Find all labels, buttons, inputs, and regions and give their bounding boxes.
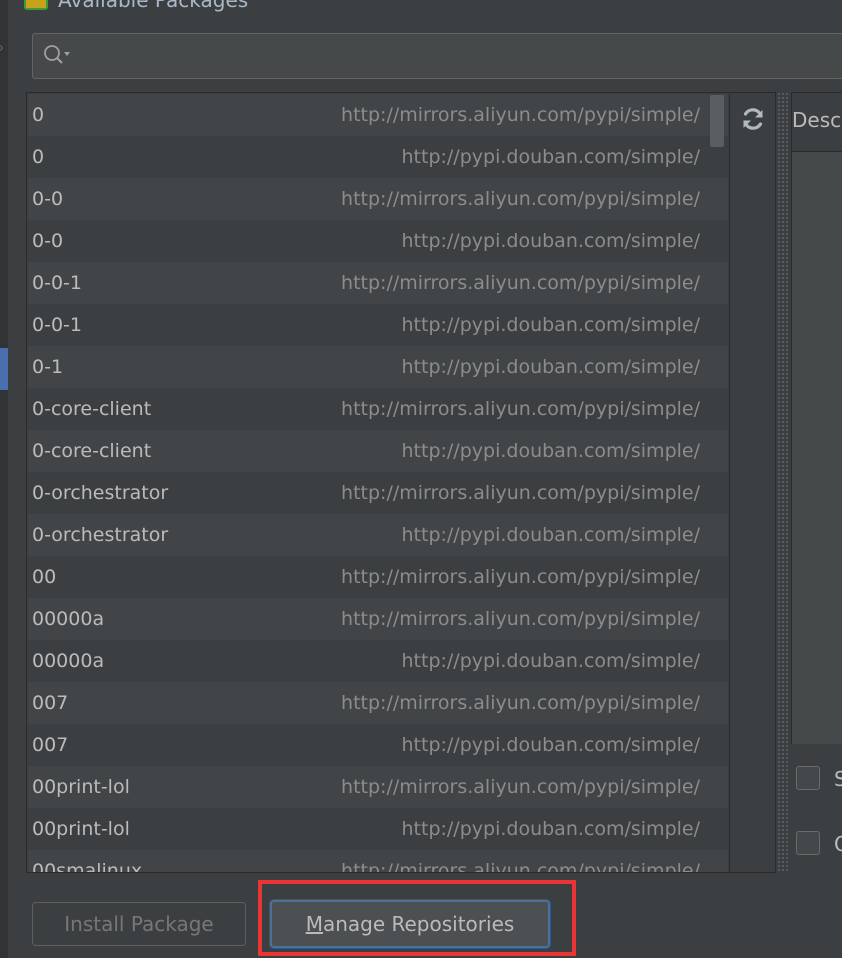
window-title: Available Packages	[58, 0, 249, 12]
package-repository: http://pypi.douban.com/simple/	[401, 440, 701, 462]
package-name: 0-0	[32, 230, 64, 252]
package-list-scrollbar[interactable]	[708, 95, 726, 871]
available-packages-dialog: Available Packages ⌕ 0 http://mirrors.ali…	[0, 0, 842, 958]
package-list[interactable]: 0 http://mirrors.aliyun.com/pypi/simple/0…	[28, 94, 728, 872]
install-package-button[interactable]: Install Package	[32, 902, 246, 946]
option-row-1[interactable]: S	[796, 764, 842, 794]
package-name: 0-core-client	[32, 398, 152, 420]
package-search-box[interactable]	[32, 33, 842, 79]
package-row[interactable]: 0-0-1 http://mirrors.aliyun.com/pypi/simp…	[28, 262, 728, 304]
package-row[interactable]: 0 http://mirrors.aliyun.com/pypi/simple/	[28, 94, 728, 136]
description-body	[792, 152, 842, 744]
option-label-1: S	[834, 767, 842, 791]
package-row[interactable]: 007 http://mirrors.aliyun.com/pypi/simple…	[28, 682, 728, 724]
package-row[interactable]: 0-0 http://mirrors.aliyun.com/pypi/simple…	[28, 178, 728, 220]
background-search-icon: ⌕	[0, 40, 8, 54]
package-row[interactable]: 0-core-client http://mirrors.aliyun.com/p…	[28, 388, 728, 430]
package-repository: http://pypi.douban.com/simple/	[401, 230, 701, 252]
description-panel: Desc	[791, 92, 842, 744]
list-side-toolbar	[729, 94, 775, 872]
description-header: Desc	[792, 93, 842, 152]
package-repository: http://pypi.douban.com/simple/	[401, 146, 701, 168]
package-repository: http://mirrors.aliyun.com/pypi/simple/	[341, 104, 700, 126]
manage-repositories-mnemonic: M	[305, 912, 323, 936]
package-name: 007	[32, 734, 69, 756]
reload-icon	[743, 108, 763, 130]
package-repository: http://pypi.douban.com/simple/	[401, 356, 701, 378]
package-row[interactable]: 00print-lol http://pypi.douban.com/simple…	[28, 808, 728, 850]
package-row[interactable]: 00 http://mirrors.aliyun.com/pypi/simple/	[28, 556, 728, 598]
package-name: 00smalinux	[32, 860, 143, 872]
package-name: 0-core-client	[32, 440, 152, 462]
package-name: 00	[32, 566, 57, 588]
package-name: 0-orchestrator	[32, 482, 169, 504]
package-repository: http://mirrors.aliyun.com/pypi/simple/	[341, 398, 700, 420]
package-row[interactable]: 00000a http://pypi.douban.com/simple/	[28, 640, 728, 682]
package-row[interactable]: 00print-lol http://mirrors.aliyun.com/pyp…	[28, 766, 728, 808]
option-checkbox-1[interactable]	[796, 766, 820, 790]
background-window-strip: ⌕	[0, 0, 8, 958]
package-repository: http://mirrors.aliyun.com/pypi/simple/	[341, 776, 700, 798]
package-name: 00print-lol	[32, 776, 130, 798]
app-icon	[24, 0, 48, 10]
package-repository: http://mirrors.aliyun.com/pypi/simple/	[341, 482, 700, 504]
package-row[interactable]: 0-core-client http://pypi.douban.com/simp…	[28, 430, 728, 472]
package-repository: http://pypi.douban.com/simple/	[401, 734, 701, 756]
package-name: 0	[32, 104, 45, 126]
option-row-2[interactable]: O	[796, 829, 842, 859]
package-list-panel: 0 http://mirrors.aliyun.com/pypi/simple/0…	[26, 92, 776, 873]
title-bar: Available Packages	[0, 0, 842, 14]
package-name: 0-0-1	[32, 272, 82, 294]
option-checkbox-2[interactable]	[796, 831, 820, 855]
package-name: 0-1	[32, 356, 64, 378]
package-repository: http://mirrors.aliyun.com/pypi/simple/	[341, 188, 700, 210]
manage-repositories-label: anage Repositories	[322, 912, 515, 936]
package-repository: http://pypi.douban.com/simple/	[401, 650, 701, 672]
package-row[interactable]: 0-0 http://pypi.douban.com/simple/	[28, 220, 728, 262]
package-repository: http://mirrors.aliyun.com/pypi/simple/	[341, 860, 700, 872]
package-row[interactable]: 0-1 http://pypi.douban.com/simple/	[28, 346, 728, 388]
panel-splitter[interactable]	[777, 92, 789, 871]
reload-list-button[interactable]	[738, 104, 768, 134]
package-name: 0	[32, 146, 45, 168]
package-row[interactable]: 0-0-1 http://pypi.douban.com/simple/	[28, 304, 728, 346]
package-row[interactable]: 00smalinux http://mirrors.aliyun.com/pypi…	[28, 850, 728, 872]
package-row[interactable]: 00000a http://mirrors.aliyun.com/pypi/sim…	[28, 598, 728, 640]
package-row[interactable]: 0-orchestrator http://pypi.douban.com/sim…	[28, 514, 728, 556]
package-row[interactable]: 0-orchestrator http://mirrors.aliyun.com/…	[28, 472, 728, 514]
package-repository: http://mirrors.aliyun.com/pypi/simple/	[341, 566, 700, 588]
background-selection-accent	[0, 348, 8, 390]
package-row[interactable]: 007 http://pypi.douban.com/simple/	[28, 724, 728, 766]
package-name: 00000a	[32, 650, 105, 672]
package-repository: http://pypi.douban.com/simple/	[401, 818, 701, 840]
package-name: 0-0-1	[32, 314, 82, 336]
package-name: 0-orchestrator	[32, 524, 169, 546]
option-label-2: O	[834, 832, 842, 856]
scrollbar-thumb[interactable]	[710, 95, 724, 147]
package-repository: http://mirrors.aliyun.com/pypi/simple/	[341, 608, 700, 630]
package-repository: http://mirrors.aliyun.com/pypi/simple/	[341, 692, 700, 714]
manage-repositories-button[interactable]: Manage Repositories	[270, 900, 550, 948]
search-icon[interactable]	[43, 43, 71, 67]
package-name: 00000a	[32, 608, 105, 630]
package-name: 007	[32, 692, 69, 714]
package-repository: http://mirrors.aliyun.com/pypi/simple/	[341, 272, 700, 294]
package-repository: http://pypi.douban.com/simple/	[401, 314, 701, 336]
package-name: 00print-lol	[32, 818, 130, 840]
package-name: 0-0	[32, 188, 64, 210]
search-input[interactable]	[79, 40, 842, 72]
description-label: Desc	[792, 108, 842, 132]
package-repository: http://pypi.douban.com/simple/	[401, 524, 701, 546]
package-row[interactable]: 0 http://pypi.douban.com/simple/	[28, 136, 728, 178]
